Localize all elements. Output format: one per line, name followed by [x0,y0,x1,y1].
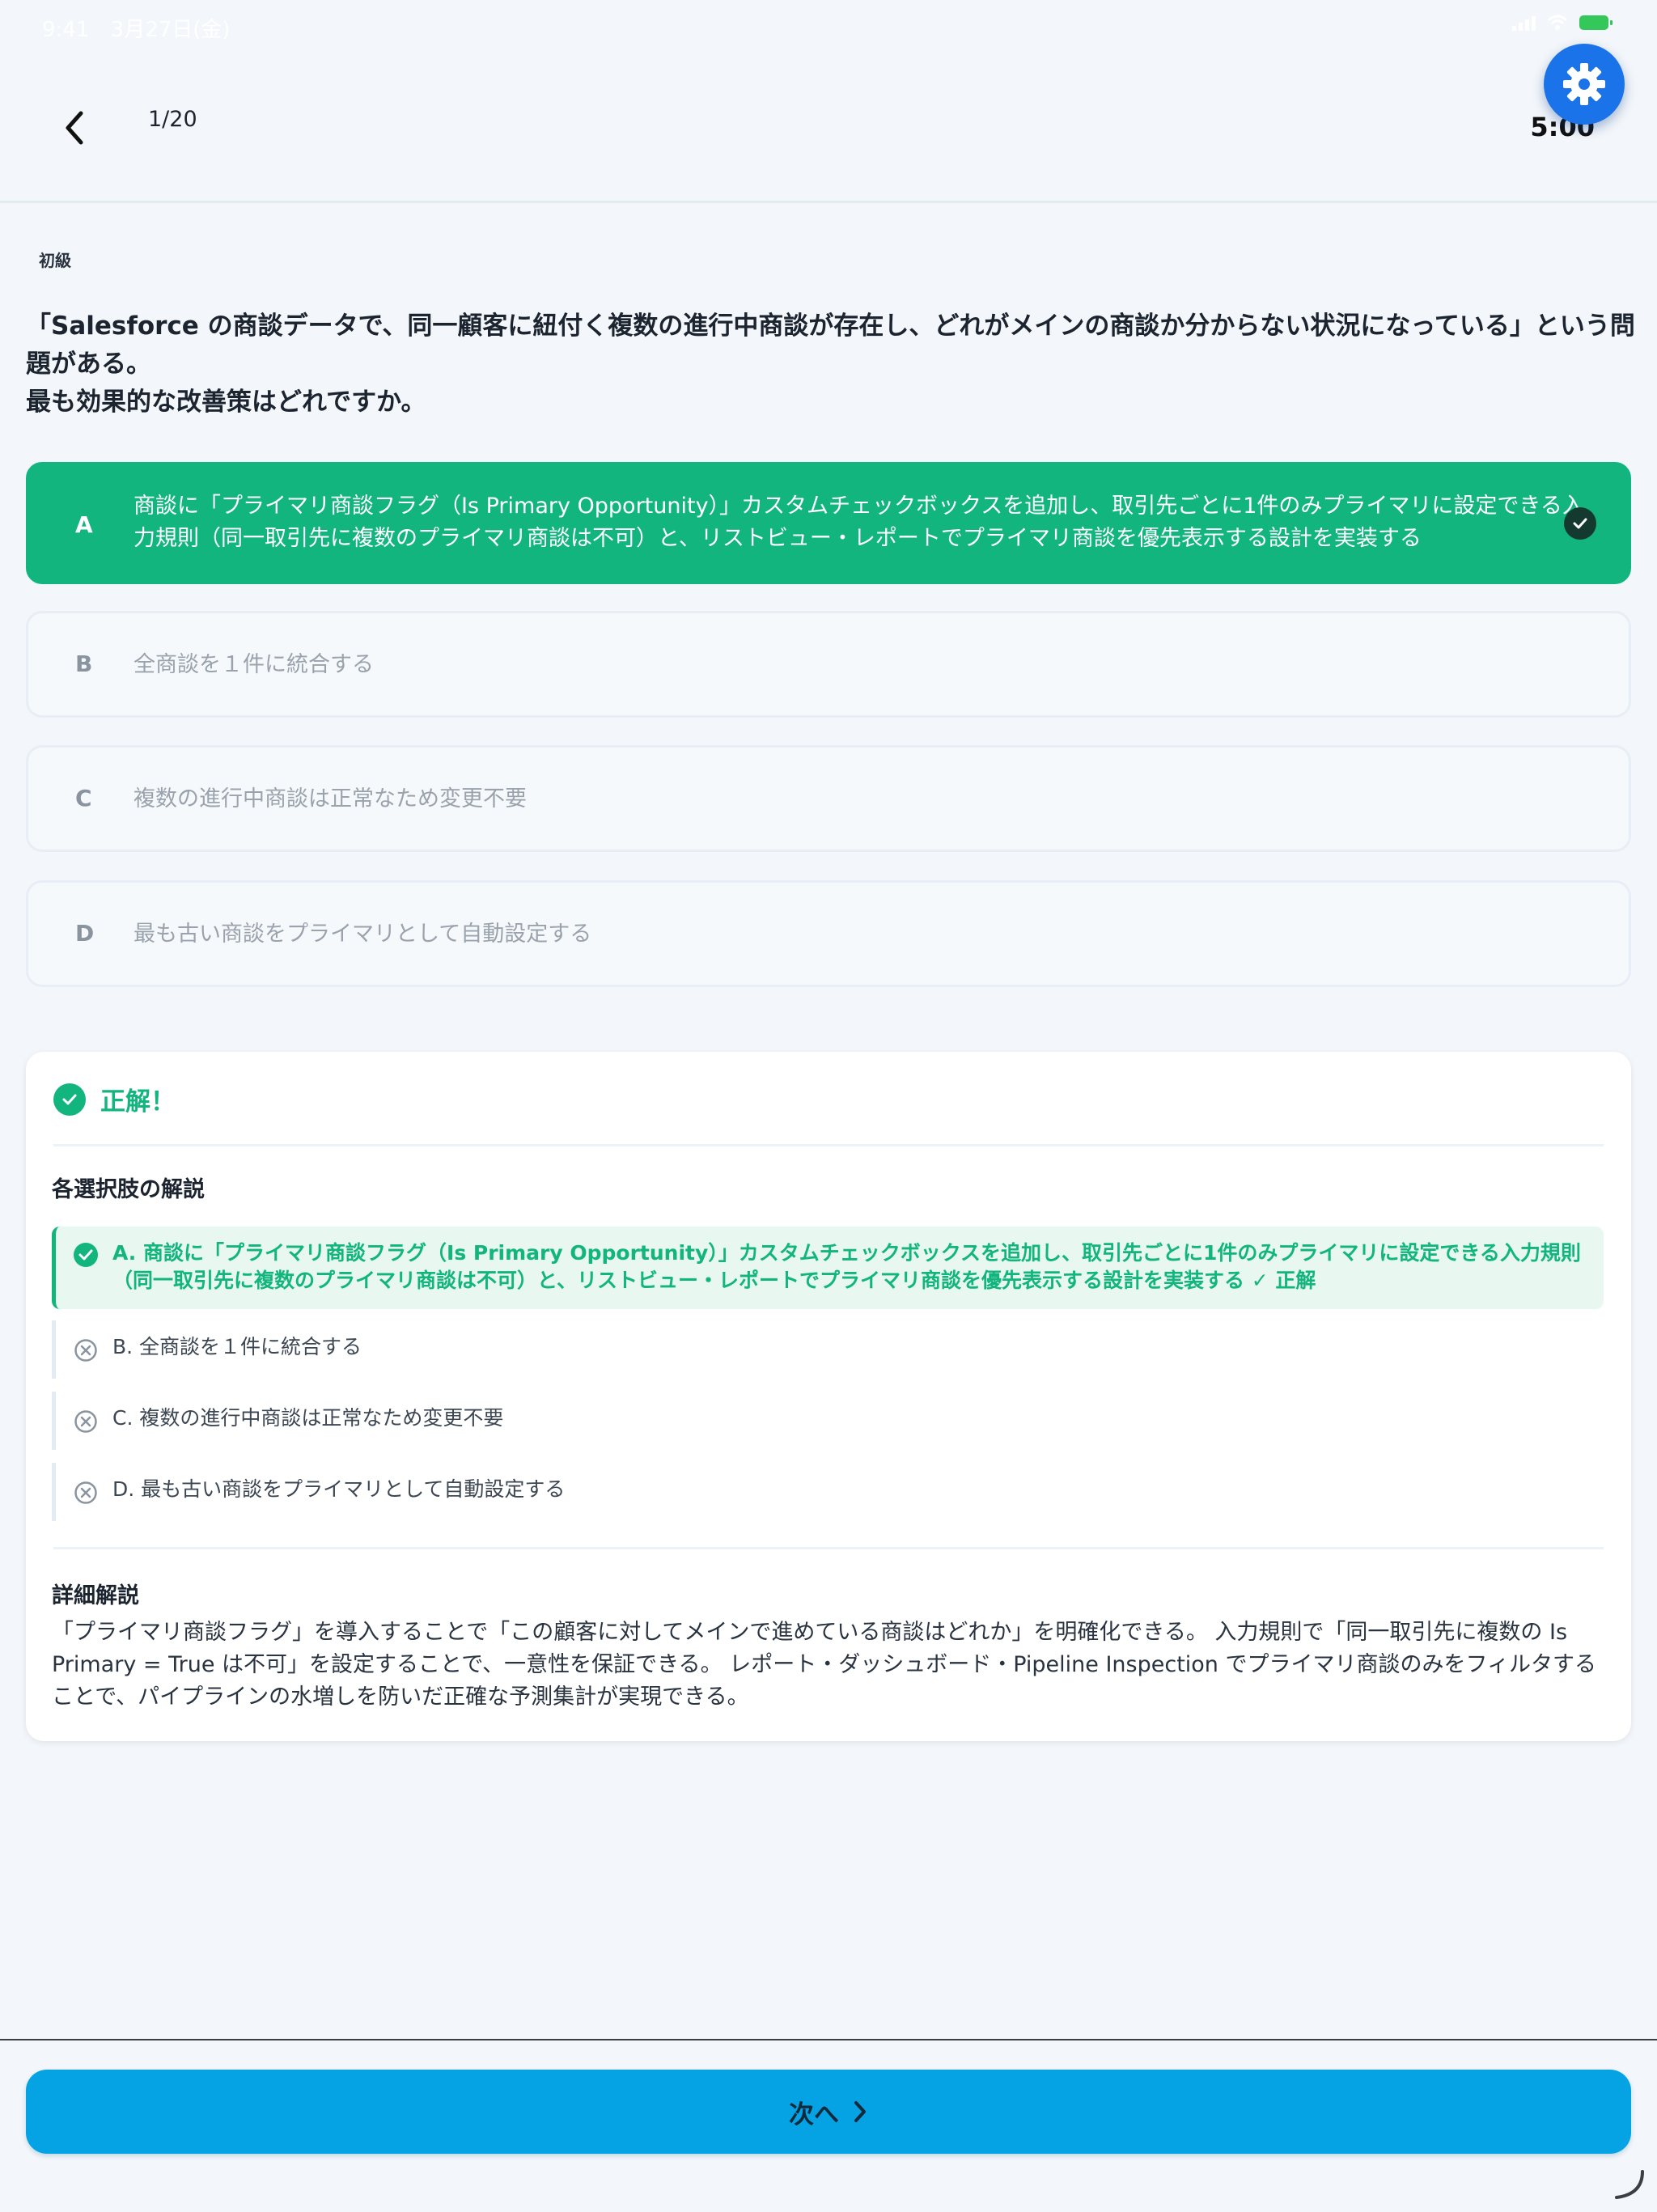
explanation-card: 正解！ 各選択肢の解説 A. 商談に「プライマリ商談フラグ（Is Primary… [26,1052,1631,1741]
option-letter: D [75,920,95,947]
chevron-right-icon [854,2101,866,2122]
chevron-left-icon [66,111,83,145]
check-circle-icon [53,1083,86,1116]
question-text: 「Salesforce の商談データで、同一顧客に紐付く複数の進行中商談が存在し… [26,307,1636,422]
resize-handle-icon [1615,2170,1644,2199]
explanation-item-a: A. 商談に「プライマリ商談フラグ（Is Primary Opportunity… [52,1227,1604,1309]
difficulty-label: 初級 [39,251,71,270]
x-circle-icon [74,1481,97,1504]
question-line-1: 「Salesforce の商談データで、同一顧客に紐付く複数の進行中商談が存在し… [26,311,1635,379]
option-text: 商談に「プライマリ商談フラグ（Is Primary Opportunity）」カ… [133,494,1584,551]
next-label: 次へ [789,2100,839,2129]
x-circle-icon [74,1410,97,1433]
detail-text: 「プライマリ商談フラグ」を導入することで「この顧客に対してメインで進めている商談… [52,1620,1596,1710]
next-button[interactable]: 次へ [26,2070,1631,2154]
explanation-text: C. 複数の進行中商談は正常なため変更不要 [112,1406,504,1430]
option-letter: B [75,650,93,677]
section-title: 各選択肢の解説 [52,1177,205,1202]
check-circle-icon [1564,506,1596,540]
divider [53,1547,1604,1549]
explanation-text: D. 最も古い商談をプライマリとして自動設定する [112,1477,566,1501]
option-text: 全商談を１件に統合する [133,652,374,677]
divider [53,1144,1604,1146]
gear-icon [1563,63,1605,105]
option-letter: C [75,785,92,811]
result-row: 正解！ [53,1081,176,1117]
back-button[interactable] [50,104,99,152]
result-label: 正解！ [100,1087,176,1117]
status-date: 3月27日(金) [110,18,231,42]
status-bar: 9:41 3月27日(金) [0,0,1657,49]
bottom-bar: 次へ [0,2039,1657,2212]
option-letter: A [75,511,93,538]
check-circle-icon [74,1243,98,1267]
status-time: 9:41 [42,18,90,42]
option-d[interactable]: D 最も古い商談をプライマリとして自動設定する [26,880,1631,987]
detail-title: 詳細解説 [52,1583,139,1608]
option-text: 最も古い商談をプライマリとして自動設定する [133,922,592,947]
option-text: 複数の進行中商談は正常なため変更不要 [133,786,527,811]
status-icons [1512,15,1613,31]
explanation-item-b: B. 全商談を１件に統合する [52,1320,1604,1379]
wifi-icon [1547,15,1568,30]
question-line-2: 最も効果的な改善策はどれですか。 [26,388,426,417]
x-circle-icon [74,1339,97,1362]
explanation-text: A. 商談に「プライマリ商談フラグ（Is Primary Opportunity… [112,1241,1581,1292]
explanation-item-c: C. 複数の進行中商談は正常なため変更不要 [52,1392,1604,1450]
signal-icon [1512,15,1536,31]
option-a[interactable]: A 商談に「プライマリ商談フラグ（Is Primary Opportunity）… [26,462,1631,584]
option-b[interactable]: B 全商談を１件に統合する [26,611,1631,718]
explanation-text: B. 全商談を１件に統合する [112,1335,362,1358]
battery-icon [1579,15,1613,30]
explanation-item-d: D. 最も古い商談をプライマリとして自動設定する [52,1463,1604,1521]
option-c[interactable]: C 複数の進行中商談は正常なため変更不要 [26,745,1631,852]
question-progress: 1/20 [148,107,197,132]
settings-button[interactable] [1544,44,1625,125]
